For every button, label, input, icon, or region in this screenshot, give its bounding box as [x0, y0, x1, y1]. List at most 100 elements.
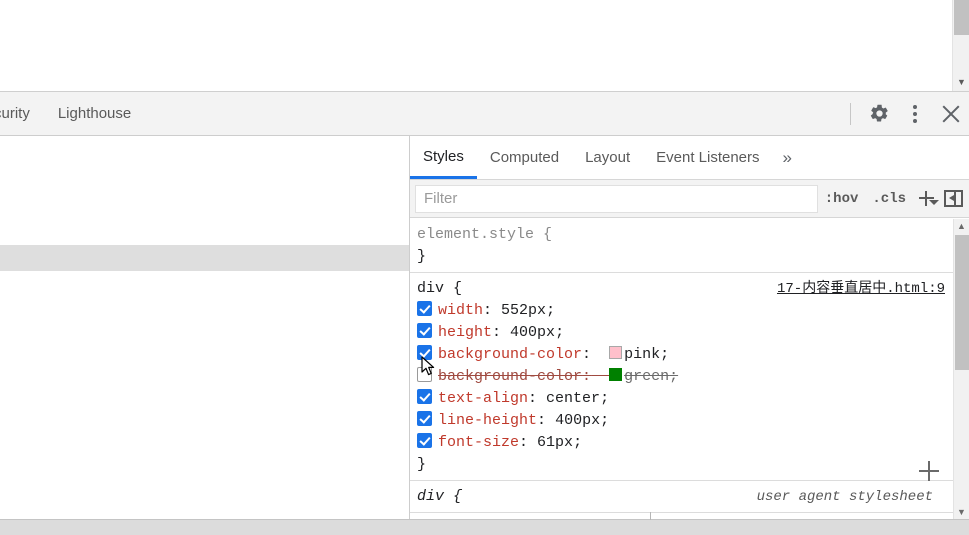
- scroll-down-arrow-icon[interactable]: ▼: [954, 505, 969, 519]
- property-name[interactable]: font-size: [438, 434, 519, 451]
- more-tabs-glyph: »: [782, 147, 792, 167]
- rule-selector[interactable]: div: [417, 280, 444, 297]
- three-dots-icon: [913, 103, 917, 124]
- panel-tab-label: Lighthouse: [57, 105, 132, 122]
- property-colon: :: [492, 324, 502, 341]
- filter-placeholder: Filter: [424, 190, 458, 207]
- rule-selector-line[interactable]: element.style {: [410, 224, 953, 246]
- property-name[interactable]: background-color: [438, 346, 582, 363]
- add-property-button[interactable]: [919, 461, 939, 481]
- panel-tab-security[interactable]: curity: [0, 92, 44, 135]
- property-name[interactable]: text-align: [438, 390, 528, 407]
- scroll-down-arrow-icon[interactable]: ▼: [953, 75, 969, 89]
- property-value[interactable]: 400px: [555, 412, 600, 429]
- property-value[interactable]: 400px: [510, 324, 555, 341]
- open-brace: {: [543, 226, 553, 243]
- hov-toggle-button[interactable]: :hov: [818, 191, 866, 207]
- property-semicolon: ;: [600, 390, 610, 407]
- declaration-checkbox[interactable]: [417, 389, 432, 404]
- property-colon: :: [537, 412, 547, 429]
- property-name[interactable]: width: [438, 302, 483, 319]
- property-name[interactable]: line-height: [438, 412, 537, 429]
- tab-label: Computed: [489, 149, 560, 166]
- property-value[interactable]: 61px: [537, 434, 573, 451]
- property-value[interactable]: pink: [624, 346, 660, 363]
- property-semicolon: ;: [546, 302, 556, 319]
- filter-input[interactable]: Filter: [415, 184, 818, 213]
- toolbar-separator: [850, 102, 851, 125]
- new-style-rule-button[interactable]: [913, 185, 939, 213]
- rule-origin-user-agent: user agent stylesheet: [756, 489, 933, 505]
- rule-selector[interactable]: element.style: [417, 226, 534, 243]
- property-value[interactable]: green: [624, 368, 669, 385]
- panel-tab-label: curity: [0, 105, 30, 122]
- rule-element-style[interactable]: element.style { }: [410, 219, 953, 273]
- tab-computed[interactable]: Computed: [477, 136, 572, 179]
- styles-vertical-scrollbar[interactable]: ▲ ▼: [953, 219, 969, 519]
- css-declaration-height[interactable]: height: 400px;: [410, 322, 953, 344]
- declaration-checkbox[interactable]: [417, 323, 432, 338]
- dom-tree-selected-row[interactable]: [0, 245, 409, 271]
- declaration-checkbox[interactable]: [417, 411, 432, 426]
- property-value[interactable]: center: [546, 390, 600, 407]
- gear-icon: [869, 103, 890, 124]
- css-declaration-background-color-green[interactable]: background-color: green;: [410, 366, 953, 388]
- bottom-status-strip: [0, 512, 969, 535]
- property-semicolon: ;: [669, 368, 679, 385]
- close-brace: }: [417, 456, 427, 473]
- property-colon: :: [582, 346, 592, 363]
- declaration-checkbox[interactable]: [417, 301, 432, 316]
- open-brace: {: [453, 488, 463, 505]
- devtools-panel-toolbar: curity Lighthouse: [0, 92, 969, 136]
- dom-tree-pane[interactable]: [0, 136, 409, 519]
- caret-down-icon: [929, 199, 939, 210]
- rule-div-author[interactable]: div { 17-内容垂直居中.html:9 width: 552px; hei…: [410, 273, 953, 481]
- property-semicolon: ;: [555, 324, 565, 341]
- property-colon: :: [528, 390, 538, 407]
- tab-label: Layout: [585, 149, 631, 166]
- panel-toggle-icon: [943, 190, 963, 207]
- page-vertical-scrollbar[interactable]: ▼: [952, 0, 969, 91]
- css-declaration-text-align[interactable]: text-align: center;: [410, 388, 953, 410]
- scrollbar-thumb[interactable]: [954, 0, 969, 35]
- open-brace: {: [453, 280, 463, 297]
- rule-close-line: }: [410, 454, 953, 476]
- hov-label: :hov: [824, 190, 859, 207]
- devtools-window: ▼ curity Lighthouse: [0, 0, 969, 535]
- more-tabs-chevron-icon[interactable]: »: [773, 136, 802, 179]
- declaration-checkbox[interactable]: [417, 433, 432, 448]
- color-swatch-green[interactable]: [609, 368, 623, 381]
- property-name[interactable]: height: [438, 324, 492, 341]
- cls-label: .cls: [872, 190, 906, 207]
- css-declaration-width[interactable]: width: 552px;: [410, 300, 953, 322]
- property-semicolon: ;: [573, 434, 583, 451]
- tab-styles[interactable]: Styles: [410, 136, 477, 179]
- panel-tab-lighthouse[interactable]: Lighthouse: [44, 92, 145, 135]
- close-icon: [940, 103, 962, 125]
- rule-selector-line[interactable]: user agent stylesheet div {: [410, 486, 953, 508]
- css-declaration-background-color-pink[interactable]: background-color: pink;: [410, 344, 953, 366]
- declaration-checkbox[interactable]: [417, 367, 432, 382]
- tab-layout[interactable]: Layout: [572, 136, 643, 179]
- tab-event-listeners[interactable]: Event Listeners: [643, 136, 772, 179]
- rule-selector[interactable]: div: [417, 488, 444, 505]
- close-devtools-button[interactable]: [933, 96, 969, 132]
- scroll-up-arrow-icon[interactable]: ▲: [954, 219, 969, 233]
- color-swatch-pink[interactable]: [609, 346, 623, 359]
- property-value[interactable]: 552px: [501, 302, 546, 319]
- property-name[interactable]: background-color: [438, 368, 582, 385]
- css-declaration-line-height[interactable]: line-height: 400px;: [410, 410, 953, 432]
- declaration-checkbox[interactable]: [417, 345, 432, 360]
- css-declaration-font-size[interactable]: font-size: 61px;: [410, 432, 953, 454]
- tab-label: Styles: [423, 147, 464, 165]
- styles-filter-toolbar: Filter :hov .cls: [410, 180, 969, 218]
- page-viewport: ▼: [0, 0, 969, 92]
- scrollbar-thumb[interactable]: [955, 235, 969, 370]
- toggle-computed-pane-button[interactable]: [939, 185, 967, 213]
- cls-toggle-button[interactable]: .cls: [865, 191, 913, 207]
- rule-origin-link[interactable]: 17-内容垂直居中.html:9: [777, 278, 945, 300]
- settings-button[interactable]: [861, 96, 897, 132]
- more-options-button[interactable]: [897, 96, 933, 132]
- rule-selector-line[interactable]: div { 17-内容垂直居中.html:9: [410, 278, 953, 300]
- rule-div-user-agent[interactable]: user agent stylesheet div {: [410, 481, 953, 513]
